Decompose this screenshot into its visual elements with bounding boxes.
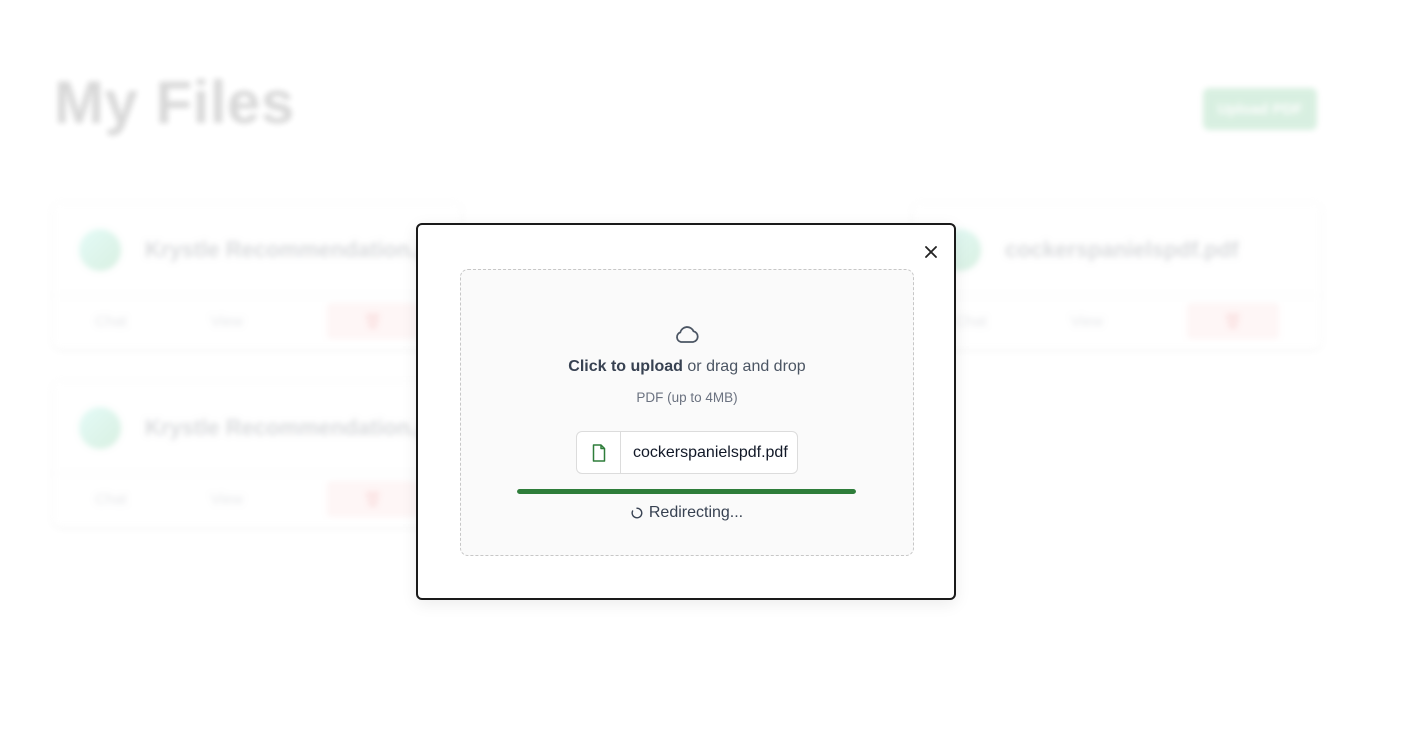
file-icon	[592, 443, 605, 462]
view-button[interactable]: View	[211, 313, 243, 330]
file-type-hint: PDF (up to 4MB)	[636, 390, 738, 405]
delete-button[interactable]: 🗑	[326, 303, 419, 339]
file-icon-box	[577, 432, 621, 473]
status-text: Redirecting...	[648, 504, 744, 521]
upload-progress-bar	[517, 489, 856, 494]
trash-icon: 🗑	[363, 491, 383, 508]
selected-file-name: cockerspanielspdf.pdf	[633, 443, 788, 461]
divider	[53, 473, 461, 474]
chat-button[interactable]: Chat	[95, 313, 127, 330]
drag-drop-text: or drag and drop	[682, 358, 806, 375]
file-name: Krystle Recommendation.pdf	[145, 415, 451, 440]
view-button[interactable]: View	[1071, 313, 1103, 330]
delete-button[interactable]: 🗑	[326, 481, 419, 517]
delete-button[interactable]: 🗑	[1186, 303, 1279, 339]
trash-icon: 🗑	[1223, 313, 1243, 330]
file-card[interactable]: cockerspanielspdf.pdf Chat View 🗑	[913, 203, 1321, 349]
file-name: Krystle Recommendation.pdf	[145, 237, 451, 262]
file-name: cockerspanielspdf.pdf	[1005, 237, 1239, 262]
selected-file: cockerspanielspdf.pdf	[576, 431, 798, 474]
view-button[interactable]: View	[211, 491, 243, 508]
spinner-icon	[631, 507, 643, 519]
file-card[interactable]: Krystle Recommendation.pdf Chat View 🗑	[53, 203, 461, 349]
divider	[53, 295, 461, 296]
upload-modal: Click to upload or drag and drop PDF (up…	[416, 223, 956, 600]
close-icon	[925, 246, 937, 258]
click-to-upload-text: Click to upload	[568, 358, 683, 375]
upload-status: Redirecting...	[461, 504, 913, 522]
upload-dropzone[interactable]: Click to upload or drag and drop PDF (up…	[460, 269, 914, 556]
close-button[interactable]	[920, 241, 942, 263]
file-card[interactable]: Krystle Recommendation.pdf Chat View 🗑	[53, 381, 461, 527]
cloud-icon	[676, 326, 699, 343]
file-avatar	[79, 229, 121, 271]
chat-button[interactable]: Chat	[955, 313, 987, 330]
page-title: My Files	[54, 69, 295, 136]
divider	[913, 295, 1321, 296]
chat-button[interactable]: Chat	[95, 491, 127, 508]
file-avatar	[79, 407, 121, 449]
upload-pdf-button[interactable]: Upload PDF	[1203, 88, 1317, 130]
trash-icon: 🗑	[363, 313, 383, 330]
upload-instructions: Click to upload or drag and drop	[461, 358, 913, 376]
upload-progress-fill	[517, 489, 856, 494]
